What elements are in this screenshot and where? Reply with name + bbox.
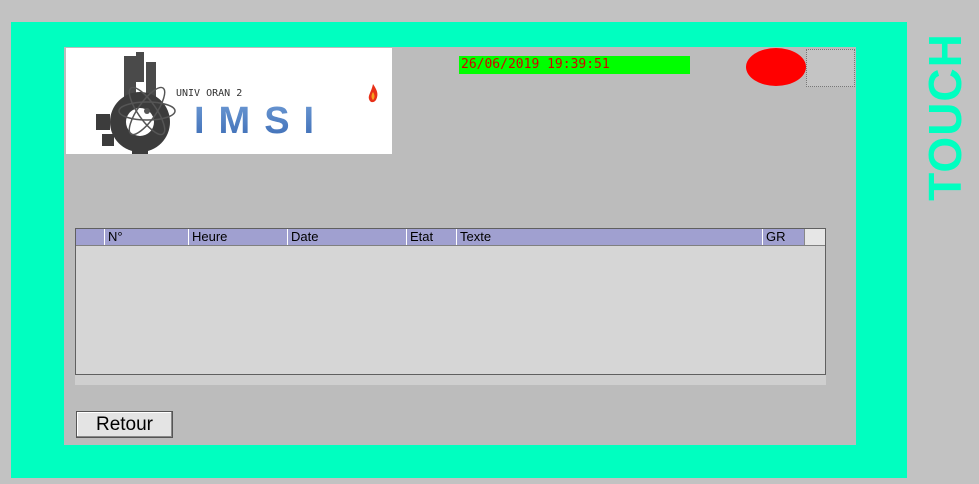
column-group[interactable]: GR bbox=[762, 229, 805, 245]
datetime-display: 26/06/2019 19:39:51 bbox=[459, 56, 690, 74]
column-time[interactable]: Heure bbox=[188, 229, 287, 245]
aux-indicator-box[interactable] bbox=[806, 49, 855, 87]
alarm-table[interactable]: N° Heure Date Etat Texte GR bbox=[75, 228, 826, 375]
alarm-table-header: N° Heure Date Etat Texte GR bbox=[76, 229, 825, 246]
alarm-indicator[interactable] bbox=[746, 48, 806, 86]
column-date[interactable]: Date bbox=[287, 229, 406, 245]
touch-brand-label: TOUCH bbox=[917, 12, 973, 222]
touch-text: TOUCH bbox=[919, 33, 971, 201]
imsi-logo: UNIV ORAN 2 IMSI bbox=[66, 48, 392, 154]
table-horizontal-scrollbar[interactable] bbox=[75, 375, 826, 385]
atom-icon bbox=[118, 86, 176, 136]
column-text[interactable]: Texte bbox=[456, 229, 762, 245]
logo-university: UNIV ORAN 2 bbox=[176, 88, 243, 99]
back-button[interactable]: Retour bbox=[76, 411, 173, 438]
flame-icon bbox=[368, 84, 378, 103]
table-corner bbox=[804, 229, 825, 245]
column-state[interactable]: Etat bbox=[406, 229, 456, 245]
column-number[interactable]: N° bbox=[104, 229, 188, 245]
logo-title: IMSI bbox=[194, 100, 329, 142]
